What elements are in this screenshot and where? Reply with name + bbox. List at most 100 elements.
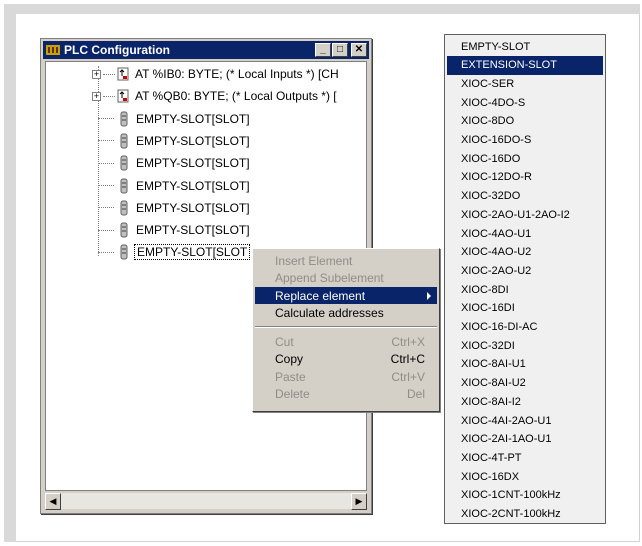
tree-row[interactable]: + AT %IB0: BYTE; (* Local Inputs *) [CH	[92, 65, 341, 83]
tree-row-label: AT %QB0: BYTE; (* Local Outputs *) [	[135, 89, 337, 104]
context-menu: Insert Element Append Subelement Replace e…	[252, 248, 440, 412]
submenu-item[interactable]: EXTENSION-SLOT	[447, 55, 603, 75]
minimize-icon: _	[320, 44, 326, 55]
tree-row[interactable]: EMPTY-SLOT[SLOT]	[98, 154, 252, 172]
tree-line	[98, 162, 114, 164]
submenu-item[interactable]: XIOC-8AI-I2	[447, 392, 603, 411]
submenu-item[interactable]: XIOC-32DO	[447, 187, 603, 206]
submenu-item[interactable]: XIOC-1CNT-100kHz	[447, 486, 603, 505]
menu-item-label: Delete	[275, 387, 310, 401]
submenu-item[interactable]: XIOC-16DI	[447, 299, 603, 318]
tree-row-label: EMPTY-SLOT[SLOT]	[136, 200, 250, 215]
title-bar[interactable]: PLC Configuration _ □ ✕	[43, 41, 369, 59]
submenu-item[interactable]: XIOC-32DI	[447, 336, 603, 355]
menu-item-label: Paste	[275, 369, 306, 384]
tree-row-label: EMPTY-SLOT[SLOT]	[136, 223, 250, 238]
tree-row[interactable]: EMPTY-SLOT[SLOT	[98, 243, 251, 261]
submenu-item[interactable]: XIOC-8AI-U2	[447, 374, 603, 393]
slot-icon	[120, 111, 128, 127]
menu-separator	[255, 326, 437, 328]
tree-row[interactable]: EMPTY-SLOT[SLOT]	[98, 132, 252, 150]
input-module-icon	[117, 67, 129, 81]
maximize-icon: □	[336, 44, 344, 55]
submenu-item[interactable]: XIOC-16DO	[447, 149, 603, 168]
menu-item-delete[interactable]: Delete Del	[255, 386, 437, 403]
tree-line	[103, 73, 115, 75]
menu-item-replace-element[interactable]: Replace element	[255, 287, 437, 304]
tree-line	[98, 207, 114, 209]
tree-row[interactable]: EMPTY-SLOT[SLOT]	[98, 199, 252, 217]
expand-icon[interactable]: +	[92, 91, 101, 101]
menu-item-shortcut: Ctrl+V	[391, 369, 425, 384]
slot-icon	[120, 244, 128, 260]
tree-row-label: EMPTY-SLOT[SLOT]	[136, 133, 250, 148]
slot-icon	[120, 222, 128, 238]
menu-item-shortcut: Ctrl+C	[390, 352, 425, 366]
slot-icon	[120, 133, 128, 149]
tree-row-label: AT %IB0: BYTE; (* Local Inputs *) [CH	[135, 67, 339, 81]
slot-icon	[120, 178, 128, 193]
tree-line	[98, 185, 114, 186]
minimize-button[interactable]: _	[315, 43, 331, 57]
submenu-item[interactable]: XIOC-12DO-R	[447, 168, 603, 187]
close-button[interactable]: ✕	[351, 43, 367, 57]
tree-row[interactable]: EMPTY-SLOT[SLOT]	[98, 110, 252, 128]
menu-item-label: Calculate addresses	[275, 306, 384, 320]
expand-icon[interactable]: +	[92, 69, 101, 79]
tree-row-label: EMPTY-SLOT[SLOT]	[136, 178, 250, 193]
tree-row[interactable]: EMPTY-SLOT[SLOT]	[98, 221, 252, 239]
top-border-band	[4, 4, 640, 14]
submenu-item[interactable]: XIOC-8DI	[447, 280, 603, 299]
submenu-item[interactable]: XIOC-4AO-U1	[447, 224, 603, 243]
replace-element-submenu: EMPTY-SLOT EXTENSION-SLOT XIOC-SER XIOC-4DO…	[444, 34, 606, 524]
menu-item-cut[interactable]: Cut Ctrl+X	[255, 333, 437, 350]
tree-line	[98, 118, 114, 120]
scroll-right-button[interactable]: ▶	[351, 493, 367, 510]
submenu-item[interactable]: XIOC-4AI-2AO-U1	[447, 411, 603, 430]
submenu-item[interactable]: XIOC-SER	[447, 74, 603, 93]
submenu-item[interactable]: XIOC-2AI-1AO-U1	[447, 430, 603, 449]
menu-item-copy[interactable]: Copy Ctrl+C	[255, 351, 437, 368]
tree-line	[98, 251, 114, 253]
menu-item-label: Copy	[275, 352, 304, 366]
submenu-item[interactable]: XIOC-2CNT-100kHz	[447, 505, 603, 524]
close-icon: ✕	[354, 44, 364, 55]
submenu-item[interactable]: XIOC-4T-PT	[447, 448, 603, 467]
submenu-item[interactable]: EMPTY-SLOT	[447, 37, 603, 56]
tree-line	[98, 229, 114, 231]
submenu-item[interactable]: XIOC-8DO	[447, 112, 603, 131]
slot-icon	[120, 200, 128, 216]
left-border-band	[4, 4, 16, 542]
window-title: PLC Configuration	[64, 43, 170, 57]
menu-item-append-subelement[interactable]: Append Subelement	[255, 270, 437, 287]
tree-row[interactable]: EMPTY-SLOT[SLOT]	[98, 177, 252, 195]
scroll-left-button[interactable]: ◀	[45, 493, 61, 510]
menu-item-label: Insert Element	[275, 253, 353, 268]
tree-line	[103, 95, 115, 97]
slot-icon	[120, 155, 128, 171]
maximize-button[interactable]: □	[332, 43, 348, 57]
submenu-item[interactable]: XIOC-16-DI-AC	[447, 318, 603, 337]
menu-item-shortcut: Ctrl+X	[391, 334, 425, 349]
menu-item-label: Replace element	[275, 288, 366, 303]
submenu-item[interactable]: XIOC-16DO-S	[447, 131, 603, 150]
menu-item-label: Append Subelement	[275, 271, 384, 285]
tree-row[interactable]: + AT %QB0: BYTE; (* Local Outputs *) [	[92, 87, 339, 105]
menu-item-calculate-addresses[interactable]: Calculate addresses	[255, 305, 437, 322]
submenu-item[interactable]: XIOC-2AO-U1-2AO-I2	[447, 205, 603, 224]
submenu-item[interactable]: XIOC-4AO-U2	[447, 243, 603, 262]
arrow-right-icon: ▶	[355, 496, 363, 506]
menu-item-insert-element[interactable]: Insert Element	[255, 252, 437, 269]
menu-item-paste[interactable]: Paste Ctrl+V	[255, 368, 437, 385]
plc-configuration-icon	[46, 45, 60, 55]
submenu-arrow-icon	[427, 291, 431, 300]
submenu-item[interactable]: XIOC-16DX	[447, 467, 603, 486]
menu-item-label: Cut	[275, 334, 294, 349]
submenu-item[interactable]: XIOC-4DO-S	[447, 93, 603, 112]
arrow-left-icon: ◀	[49, 496, 57, 506]
submenu-item[interactable]: XIOC-8AI-U1	[447, 355, 603, 374]
tree-row-label: EMPTY-SLOT[SLOT	[134, 244, 251, 261]
horizontal-scrollbar[interactable]: ◀ ▶	[45, 492, 367, 510]
tree-row-label: EMPTY-SLOT[SLOT]	[136, 156, 250, 171]
submenu-item[interactable]: XIOC-2AO-U2	[447, 261, 603, 280]
